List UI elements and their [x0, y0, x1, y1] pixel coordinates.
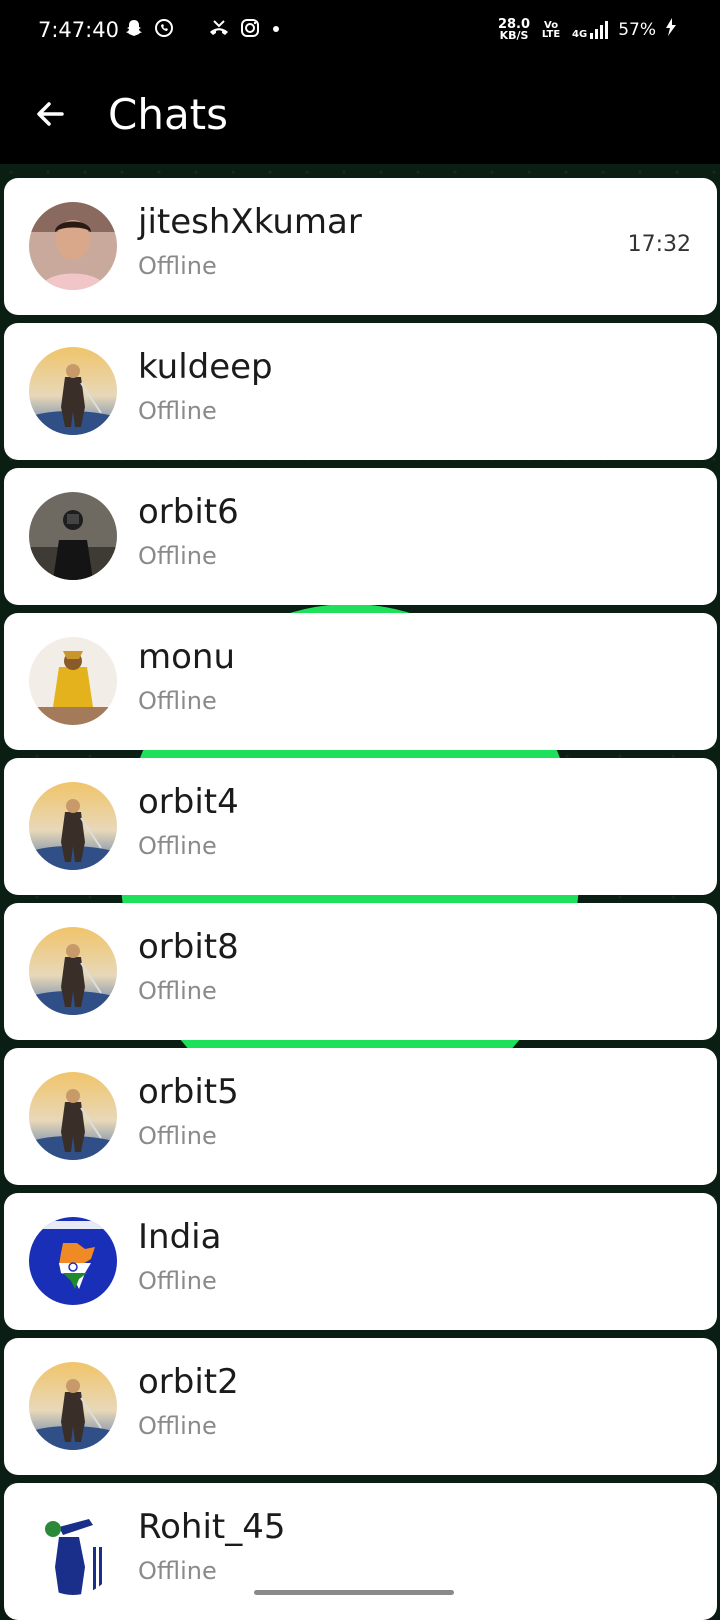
contact-status: Offline — [138, 1122, 217, 1150]
contact-status: Offline — [138, 977, 217, 1005]
chat-item[interactable]: monu Offline — [4, 613, 717, 750]
arrow-left-icon — [37, 102, 64, 126]
contact-name: jiteshXkumar — [138, 202, 362, 242]
contact-status: Offline — [138, 1267, 217, 1295]
system-icons: 28.0 KB/S Vo LTE 4G 57% — [498, 18, 676, 41]
last-message-time: 17:32 — [627, 232, 691, 257]
contact-status: Offline — [138, 252, 217, 280]
chat-item[interactable]: orbit6 Offline — [4, 468, 717, 605]
chat-item[interactable]: orbit8 Offline — [4, 903, 717, 1040]
chat-item[interactable]: jiteshXkumar Offline 17:32 — [4, 178, 717, 315]
snapchat-icon — [124, 18, 144, 43]
avatar[interactable] — [29, 927, 117, 1015]
contact-status: Offline — [138, 397, 217, 425]
dot-icon — [270, 18, 282, 43]
contact-name: kuldeep — [138, 347, 273, 387]
whatsapp-icon — [154, 18, 174, 43]
contact-name: India — [138, 1217, 222, 1257]
instagram-icon — [240, 18, 260, 43]
chat-item[interactable]: Rohit_45 Offline — [4, 1483, 717, 1620]
status-time: 7:47:40 — [38, 18, 119, 42]
contact-name: orbit4 — [138, 782, 239, 822]
avatar[interactable] — [29, 202, 117, 290]
net-speed: 28.0 KB/S — [497, 17, 531, 42]
avatar[interactable] — [29, 347, 117, 435]
contact-name: Rohit_45 — [138, 1507, 286, 1547]
contact-status: Offline — [138, 1557, 217, 1585]
contact-name: orbit2 — [138, 1362, 239, 1402]
volte-indicator: Vo LTE — [541, 19, 561, 40]
avatar[interactable] — [29, 1507, 117, 1595]
charging-icon — [666, 18, 676, 41]
contact-name: orbit5 — [138, 1072, 239, 1112]
chat-item[interactable]: kuldeep Offline — [4, 323, 717, 460]
contact-status: Offline — [138, 832, 217, 860]
contact-status: Offline — [138, 1412, 217, 1440]
contact-name: orbit8 — [138, 927, 239, 967]
avatar[interactable] — [29, 637, 117, 725]
chat-item[interactable]: orbit2 Offline — [4, 1338, 717, 1475]
back-button[interactable] — [30, 94, 70, 134]
avatar[interactable] — [29, 1362, 117, 1450]
contact-status: Offline — [138, 542, 217, 570]
avatar[interactable] — [29, 782, 117, 870]
contact-name: orbit6 — [138, 492, 239, 532]
signal-icon: 4G — [572, 20, 609, 39]
chat-item[interactable]: orbit5 Offline — [4, 1048, 717, 1185]
missed-call-icon — [208, 18, 230, 43]
app-bar: Chats — [0, 64, 720, 164]
home-indicator[interactable] — [254, 1590, 454, 1595]
status-bar: 7:47:40 28.0 KB/S Vo LTE 4G 57% — [0, 0, 720, 64]
chat-item[interactable]: orbit4 Offline — [4, 758, 717, 895]
avatar[interactable] — [29, 1217, 117, 1305]
contact-status: Offline — [138, 687, 217, 715]
notification-icons — [124, 18, 282, 43]
avatar[interactable] — [29, 492, 117, 580]
page-title: Chats — [108, 90, 229, 139]
avatar[interactable] — [29, 1072, 117, 1160]
chat-item[interactable]: India Offline — [4, 1193, 717, 1330]
battery-level: 57% — [618, 19, 656, 40]
contact-name: monu — [138, 637, 236, 677]
